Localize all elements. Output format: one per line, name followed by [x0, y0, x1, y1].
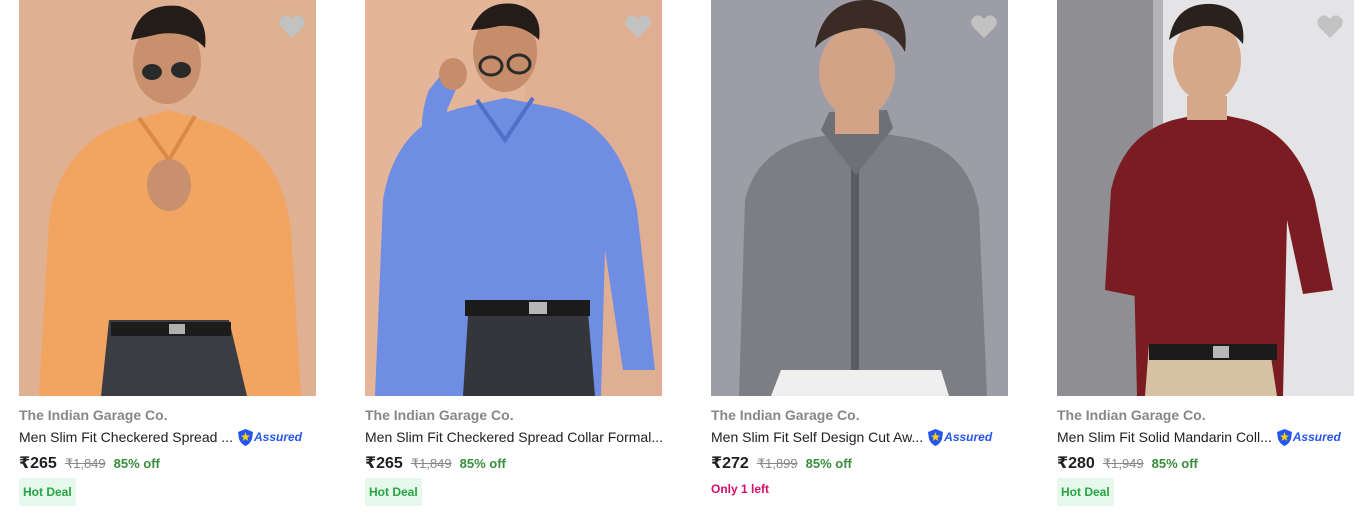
product-card[interactable]: The Indian Garage Co. Men Slim Fit Self …: [711, 0, 1008, 513]
assured-badge: Assured: [1276, 428, 1341, 446]
discount-percent: 85% off: [1151, 456, 1198, 471]
selling-price: ₹265: [365, 455, 403, 472]
assured-label: Assured: [253, 430, 303, 444]
product-title[interactable]: Men Slim Fit Solid Mandarin Coll...: [1057, 429, 1272, 445]
hot-deal-badge: Hot Deal: [1057, 478, 1114, 506]
assured-badge: Assured: [237, 428, 303, 446]
discount-percent: 85% off: [113, 456, 160, 471]
product-brand: The Indian Garage Co.: [19, 407, 168, 423]
product-image[interactable]: [711, 0, 1008, 396]
product-title-row[interactable]: Men Slim Fit Solid Mandarin Coll... Assu…: [1057, 427, 1354, 447]
selling-price: ₹272: [711, 455, 749, 472]
hot-deal-badge: Hot Deal: [365, 478, 422, 506]
product-title[interactable]: Men Slim Fit Checkered Spread Collar For…: [365, 429, 662, 445]
product-brand: The Indian Garage Co.: [1057, 407, 1206, 423]
price-row: ₹265 ₹1,849 85% off: [19, 453, 160, 473]
product-card[interactable]: The Indian Garage Co. Men Slim Fit Solid…: [1057, 0, 1354, 513]
shield-icon: [1276, 428, 1292, 446]
hot-deal-badge: Hot Deal: [19, 478, 76, 506]
product-grid: The Indian Garage Co. Men Slim Fit Check…: [0, 0, 1360, 513]
stock-alert: Only 1 left: [711, 482, 770, 496]
wishlist-heart-icon[interactable]: [970, 14, 998, 40]
assured-badge: Assured: [928, 428, 993, 446]
original-price: ₹1,949: [1102, 456, 1144, 471]
shield-icon: [928, 428, 944, 446]
product-brand: The Indian Garage Co.: [711, 407, 860, 423]
product-title[interactable]: Men Slim Fit Checkered Spread ...: [19, 429, 233, 445]
product-image[interactable]: [365, 0, 662, 396]
price-row: ₹280 ₹1,949 85% off: [1057, 453, 1198, 473]
price-row: ₹265 ₹1,849 85% off: [365, 453, 506, 473]
price-row: ₹272 ₹1,899 85% off: [711, 453, 852, 473]
product-title-row[interactable]: Men Slim Fit Self Design Cut Aw... Assur…: [711, 427, 1008, 447]
wishlist-heart-icon[interactable]: [278, 14, 306, 40]
product-title-row[interactable]: Men Slim Fit Checkered Spread ... Assure…: [19, 427, 316, 447]
product-title[interactable]: Men Slim Fit Self Design Cut Aw...: [711, 429, 923, 445]
assured-label: Assured: [944, 430, 993, 444]
product-card[interactable]: The Indian Garage Co. Men Slim Fit Check…: [19, 0, 316, 513]
product-image[interactable]: [19, 0, 316, 396]
product-brand: The Indian Garage Co.: [365, 407, 514, 423]
discount-percent: 85% off: [459, 456, 506, 471]
product-card[interactable]: The Indian Garage Co. Men Slim Fit Check…: [365, 0, 662, 513]
assured-label: Assured: [1292, 430, 1341, 444]
original-price: ₹1,899: [756, 456, 798, 471]
original-price: ₹1,849: [64, 456, 106, 471]
discount-percent: 85% off: [805, 456, 852, 471]
original-price: ₹1,849: [410, 456, 452, 471]
selling-price: ₹265: [19, 455, 57, 472]
selling-price: ₹280: [1057, 455, 1095, 472]
wishlist-heart-icon[interactable]: [624, 14, 652, 40]
wishlist-heart-icon[interactable]: [1316, 14, 1344, 40]
product-title-row[interactable]: Men Slim Fit Checkered Spread Collar For…: [365, 427, 662, 447]
product-image[interactable]: [1057, 0, 1354, 396]
shield-icon: [237, 428, 253, 446]
